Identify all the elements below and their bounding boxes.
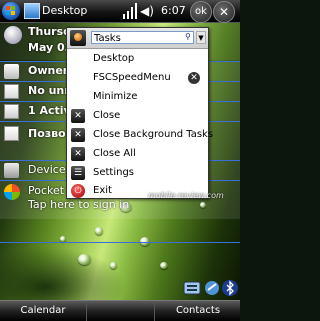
menu-item-settings[interactable]: ☰ Settings	[67, 164, 208, 182]
system-tray	[183, 280, 238, 296]
envelope-icon	[4, 84, 19, 99]
window-title: Desktop	[42, 4, 88, 17]
watermark: mobile-review.com	[148, 191, 224, 200]
menu-item-label: Close Background Tasks	[93, 129, 214, 140]
msn-butterfly-icon	[4, 184, 20, 200]
volume-icon[interactable]: ◀)	[140, 4, 154, 18]
menu-item-label: FSCSpeedMenu	[93, 72, 171, 83]
menu-header: Tasks ⚲ ▼	[67, 28, 208, 49]
menu-item-label: Close All	[93, 148, 136, 159]
softkey-calendar[interactable]: Calendar	[0, 301, 87, 321]
menu-item-label: Minimize	[93, 91, 138, 102]
menu-item-desktop[interactable]: Desktop	[67, 50, 208, 68]
exit-icon: ⏻	[71, 184, 85, 198]
calendar-icon	[4, 126, 19, 141]
start-menu-icon[interactable]	[2, 2, 20, 20]
menu-item-minimize[interactable]: Minimize	[67, 88, 208, 106]
owner-icon	[4, 64, 19, 79]
today-wireless: Device	[28, 163, 66, 176]
bluetooth-icon	[222, 280, 238, 296]
water-drop	[110, 262, 117, 269]
keyboard-icon	[183, 281, 201, 295]
task-manager-icon	[70, 30, 86, 46]
tasks-search-field[interactable]: Tasks	[91, 31, 194, 44]
softkey-bar: Calendar Contacts	[0, 300, 240, 321]
clock-icon	[4, 26, 22, 44]
menu-item-close-all[interactable]: ✕ Close All	[67, 145, 208, 163]
water-drop	[160, 262, 168, 269]
menu-item-close-background-tasks[interactable]: ✕ Close Background Tasks	[67, 126, 213, 144]
wireless-icon	[4, 163, 19, 178]
water-drop	[78, 254, 91, 265]
menu-item-label: Desktop	[93, 53, 135, 64]
close-all-icon: ✕	[71, 147, 85, 161]
chevron-down-icon[interactable]: ▼	[196, 31, 206, 44]
close-icon: ✕	[71, 109, 85, 123]
close-background-icon: ✕	[71, 128, 85, 142]
task-manager-menu: Tasks ⚲ ▼ Desktop FSCSpeedMenu ✕ Minimiz…	[66, 27, 213, 199]
softkey-contacts[interactable]: Contacts	[154, 301, 241, 321]
menu-item-label: Close	[93, 110, 121, 121]
top-status-bar: Desktop ◀) 6:07 ok ✕	[0, 0, 240, 23]
desktop-app-icon	[24, 3, 40, 19]
wifi-tool-icon	[205, 281, 219, 295]
menu-item-label: Settings	[93, 167, 135, 178]
tasks-icon	[4, 104, 19, 119]
close-icon[interactable]: ✕	[188, 72, 200, 84]
search-icon[interactable]: ⚲	[185, 32, 194, 41]
signal-icon[interactable]	[122, 2, 138, 20]
ok-button[interactable]: ok	[190, 1, 212, 23]
settings-list-icon: ☰	[71, 166, 85, 180]
menu-item-close[interactable]: ✕ Close	[67, 107, 208, 125]
today-divider	[0, 242, 240, 243]
close-icon[interactable]: ✕	[213, 1, 235, 23]
clock[interactable]: 6:07	[161, 4, 186, 17]
water-drop	[95, 227, 103, 235]
menu-item-label: Exit	[93, 185, 112, 196]
menu-item-fscspeedmenu[interactable]: FSCSpeedMenu ✕	[67, 69, 208, 87]
